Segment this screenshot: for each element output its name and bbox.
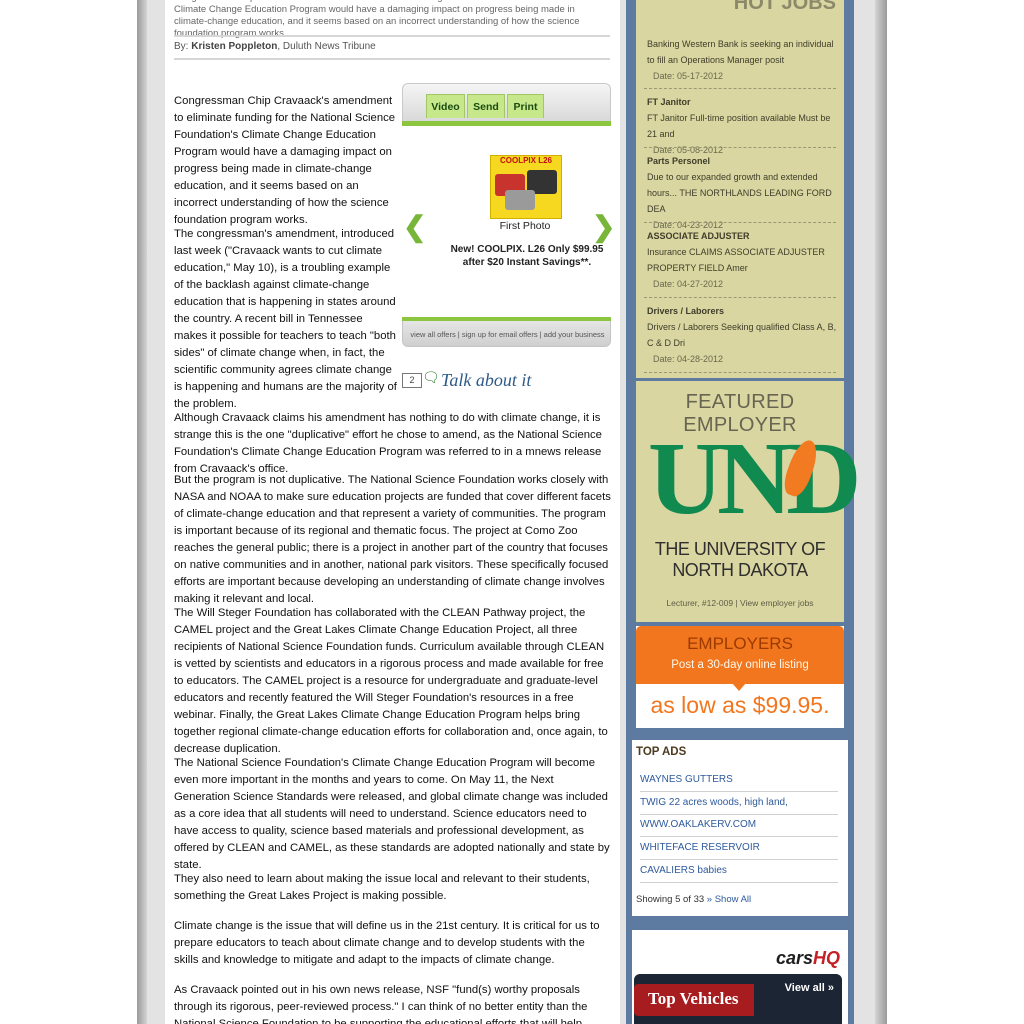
- ad-link[interactable]: TWIG 22 acres woods, high land,: [640, 792, 838, 815]
- send-tab[interactable]: Send: [467, 94, 505, 118]
- article-column: Congressman Chip Cravaack's amendment to…: [165, 0, 620, 1024]
- byline-prefix: By:: [174, 41, 189, 52]
- video-tab[interactable]: Video: [426, 94, 465, 118]
- ad-link[interactable]: WWW.OAKLAKERV.COM: [640, 814, 838, 837]
- employer-name-line: NORTH DAKOTA: [672, 560, 808, 580]
- job-date: Date: 04-28-2012: [653, 354, 724, 364]
- job-listing[interactable]: Drivers / Laborers Drivers / Laborers Se…: [647, 303, 837, 367]
- ad-link[interactable]: WHITEFACE RESERVOIR: [640, 837, 838, 860]
- show-all-link[interactable]: » Show All: [707, 894, 751, 905]
- page-shadow-left: [137, 0, 147, 1024]
- job-title[interactable]: Parts Personel: [647, 153, 837, 169]
- talk-label[interactable]: Talk about it: [441, 370, 531, 391]
- speech-bubble-icon: 🗨: [422, 369, 440, 385]
- employer-name-line: THE UNIVERSITY OF: [654, 539, 826, 559]
- ads-showing: Showing 5 of 33: [636, 894, 705, 905]
- print-tab[interactable]: Print: [507, 94, 544, 118]
- article-summary: Congressman Chip Cravaack's amendment to…: [174, 0, 603, 39]
- view-all-link[interactable]: View all »: [785, 982, 834, 994]
- job-description: Drivers / Laborers Seeking qualified Cla…: [647, 322, 837, 348]
- job-date: Date: 05-17-2012: [653, 71, 724, 81]
- employer-links[interactable]: Lecturer, #12-009 | View employer jobs: [636, 598, 844, 608]
- photo-caption: First Photo: [499, 220, 551, 232]
- divider: [174, 58, 610, 60]
- camera-shape: [505, 190, 535, 210]
- employers-banner: EMPLOYERS Post a 30-day online listing: [636, 626, 844, 684]
- byline: By: Kristen Poppleton, Duluth News Tribu…: [174, 41, 376, 52]
- job-description[interactable]: Banking Western Bank is seeking an indiv…: [647, 36, 837, 68]
- cars-hq-logo[interactable]: carsHQ: [776, 948, 840, 969]
- job-date: Date: 04-27-2012: [653, 279, 724, 289]
- job-listing[interactable]: ASSOCIATE ADJUSTER Insurance CLAIMS ASSO…: [647, 228, 837, 292]
- camera-ad-image[interactable]: COOLPIX L26: [490, 155, 562, 219]
- divider: [174, 35, 610, 37]
- job-title[interactable]: Drivers / Laborers: [647, 303, 837, 319]
- employer-name: THE UNIVERSITY OF NORTH DAKOTA: [636, 539, 844, 581]
- job-description: Insurance CLAIMS ASSOCIATE ADJUSTER PROP…: [647, 247, 825, 273]
- media-footer: view all offers | sign up for email offe…: [402, 317, 611, 347]
- job-listing[interactable]: Parts Personel Due to our expanded growt…: [647, 153, 837, 233]
- hot-jobs-panel: HOT JOBS Banking Western Bank is seeking…: [636, 0, 844, 378]
- media-widget: Video Send Print ❮ ❯ COOLPIX L26 First P…: [402, 83, 615, 347]
- ad-link[interactable]: WAYNES GUTTERS: [640, 769, 838, 792]
- author-name[interactable]: Kristen Poppleton: [191, 41, 277, 52]
- article-paragraph: They also need to learn about making the…: [174, 873, 590, 902]
- employers-heading: EMPLOYERS: [687, 634, 793, 653]
- comment-count: 2: [402, 373, 422, 388]
- logo-text: cars: [775, 948, 813, 968]
- offer-text[interactable]: New! COOLPIX. L26 Only $99.95 after $20 …: [442, 243, 612, 269]
- divider: [644, 147, 836, 148]
- publication-name: , Duluth News Tribune: [277, 41, 376, 52]
- employers-promo[interactable]: EMPLOYERS Post a 30-day online listing a…: [636, 626, 844, 728]
- article-paragraph: The National Science Foundation's Climat…: [174, 757, 610, 871]
- job-description: Due to our expanded growth and extended …: [647, 172, 832, 214]
- footer-accent-line: [402, 317, 611, 321]
- talk-about-it[interactable]: 2 🗨 Talk about it: [402, 369, 611, 395]
- ad-brand: COOLPIX L26: [499, 156, 552, 165]
- tab-underline: [402, 121, 611, 126]
- article-paragraph: Congressman Chip Cravaack's amendment to…: [174, 95, 396, 226]
- job-listing[interactable]: FT Janitor FT Janitor Full-time position…: [647, 94, 837, 158]
- job-title[interactable]: FT Janitor: [647, 94, 837, 110]
- pointer-icon: [732, 683, 746, 691]
- article-paragraph: But the program is not duplicative. The …: [174, 474, 611, 605]
- article-paragraph: As Cravaack pointed out in his own news …: [174, 984, 588, 1024]
- sidebar: HOT JOBS Banking Western Bank is seeking…: [626, 0, 861, 1024]
- article-paragraph: Climate change is the issue that will de…: [174, 920, 600, 966]
- footer-links[interactable]: view all offers | sign up for email offe…: [403, 330, 612, 339]
- top-ads-title: TOP ADS: [636, 746, 687, 758]
- divider: [644, 222, 836, 223]
- article-paragraph: The congressman's amendment, introduced …: [174, 228, 397, 410]
- divider: [644, 88, 836, 89]
- job-listing[interactable]: Banking Western Bank is seeking an indiv…: [647, 36, 837, 84]
- top-vehicles-bar: Top Vehicles View all »: [634, 974, 842, 1024]
- ads-count: Showing 5 of 33 » Show All: [636, 894, 751, 905]
- employers-subtext: Post a 30-day online listing: [671, 659, 809, 671]
- cars-hq-panel: carsHQ Top Vehicles View all »: [632, 930, 848, 1024]
- hot-jobs-title: HOT JOBS: [733, 0, 836, 14]
- employers-price: as low as $99.95.: [650, 692, 830, 718]
- logo-text: HQ: [813, 948, 840, 968]
- top-vehicles-tab[interactable]: Top Vehicles: [634, 984, 754, 1016]
- divider: [644, 372, 836, 373]
- page-shadow-right: [875, 0, 887, 1024]
- article-paragraph: Although Cravaack claims his amendment h…: [174, 412, 602, 475]
- job-description: FT Janitor Full-time position available …: [647, 113, 831, 139]
- job-title[interactable]: ASSOCIATE ADJUSTER: [647, 228, 837, 244]
- ad-link[interactable]: CAVALIERS babies: [640, 860, 838, 883]
- top-ads-panel: TOP ADS WAYNES GUTTERS TWIG 22 acres woo…: [632, 740, 848, 916]
- article-paragraph: The Will Steger Foundation has collabora…: [174, 607, 608, 755]
- divider: [644, 297, 836, 298]
- top-vehicles-label: Top Vehicles: [648, 989, 739, 1008]
- featured-employer-panel[interactable]: FEATURED EMPLOYER UND THE UNIVERSITY OF …: [636, 381, 861, 622]
